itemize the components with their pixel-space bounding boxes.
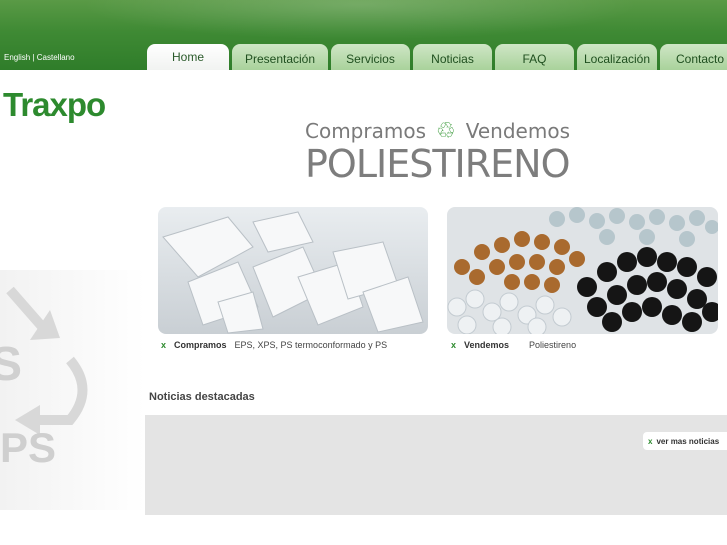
compramos-label[interactable]: Compramos xyxy=(174,340,227,350)
vendemos-image[interactable] xyxy=(447,207,718,334)
tab-localizacion-label: Localización xyxy=(583,52,651,66)
tab-noticias[interactable]: Noticias xyxy=(413,44,492,70)
tab-contacto-label: Contacto xyxy=(675,52,725,66)
vendemos-text: Poliestireno xyxy=(529,340,577,350)
tab-home[interactable]: Home xyxy=(147,44,229,70)
lang-english-link[interactable]: English xyxy=(4,53,30,62)
recycle-watermark: S PS xyxy=(0,270,145,510)
vendemos-caption: x Vendemos Poliestireno xyxy=(451,340,576,350)
news-section-title: Noticias destacadas xyxy=(149,391,255,403)
watermark-top: S xyxy=(0,338,22,391)
compramos-caption: x Compramos EPS, XPS, PS termoconformado… xyxy=(161,340,387,350)
hero-product-text: POLIESTIRENO xyxy=(305,142,571,186)
tab-noticias-label: Noticias xyxy=(431,52,474,66)
lang-castellano-link[interactable]: Castellano xyxy=(37,53,75,62)
tab-servicios-label: Servicios xyxy=(346,52,395,66)
tab-localizacion[interactable]: Localización xyxy=(577,44,657,70)
vendemos-label[interactable]: Vendemos xyxy=(464,340,509,350)
more-news-label: ver mas noticias xyxy=(656,436,720,446)
watermark-bottom: PS xyxy=(0,424,56,471)
bullet-x-icon: x xyxy=(648,436,653,446)
bullet-x-icon: x xyxy=(451,340,457,350)
main-nav: Home Presentación Servicios Noticias FAQ… xyxy=(147,44,727,70)
tab-faq-label: FAQ xyxy=(522,52,547,66)
bullet-x-icon: x xyxy=(161,340,167,350)
hero-sell-text: Vendemos xyxy=(465,119,570,143)
hero-buy-text: Compramos xyxy=(305,119,426,143)
tab-servicios[interactable]: Servicios xyxy=(331,44,410,70)
footer-space xyxy=(0,515,727,545)
tab-faq[interactable]: FAQ xyxy=(495,44,574,70)
compramos-text: EPS, XPS, PS termoconformado y PS xyxy=(234,340,388,350)
site-logo[interactable]: Traxpo xyxy=(3,86,106,124)
tab-contacto[interactable]: Contacto xyxy=(660,44,727,70)
header-swoosh xyxy=(80,0,640,40)
tab-home-label: Home xyxy=(171,50,204,64)
hero-banner: Compramos ♲ Vendemos POLIESTIRENO xyxy=(305,118,575,186)
tab-presentacion[interactable]: Presentación xyxy=(232,44,328,70)
page: English | Castellano Home Presentación S… xyxy=(0,0,727,545)
language-switcher: English | Castellano xyxy=(4,53,75,62)
more-news-link[interactable]: x ver mas noticias xyxy=(643,432,727,450)
compramos-image[interactable] xyxy=(158,207,428,334)
tab-presentacion-label: Presentación xyxy=(244,52,316,66)
recycle-icon: ♲ xyxy=(436,118,456,143)
news-box xyxy=(145,415,727,515)
recycle-watermark-icon: S PS xyxy=(0,286,88,471)
